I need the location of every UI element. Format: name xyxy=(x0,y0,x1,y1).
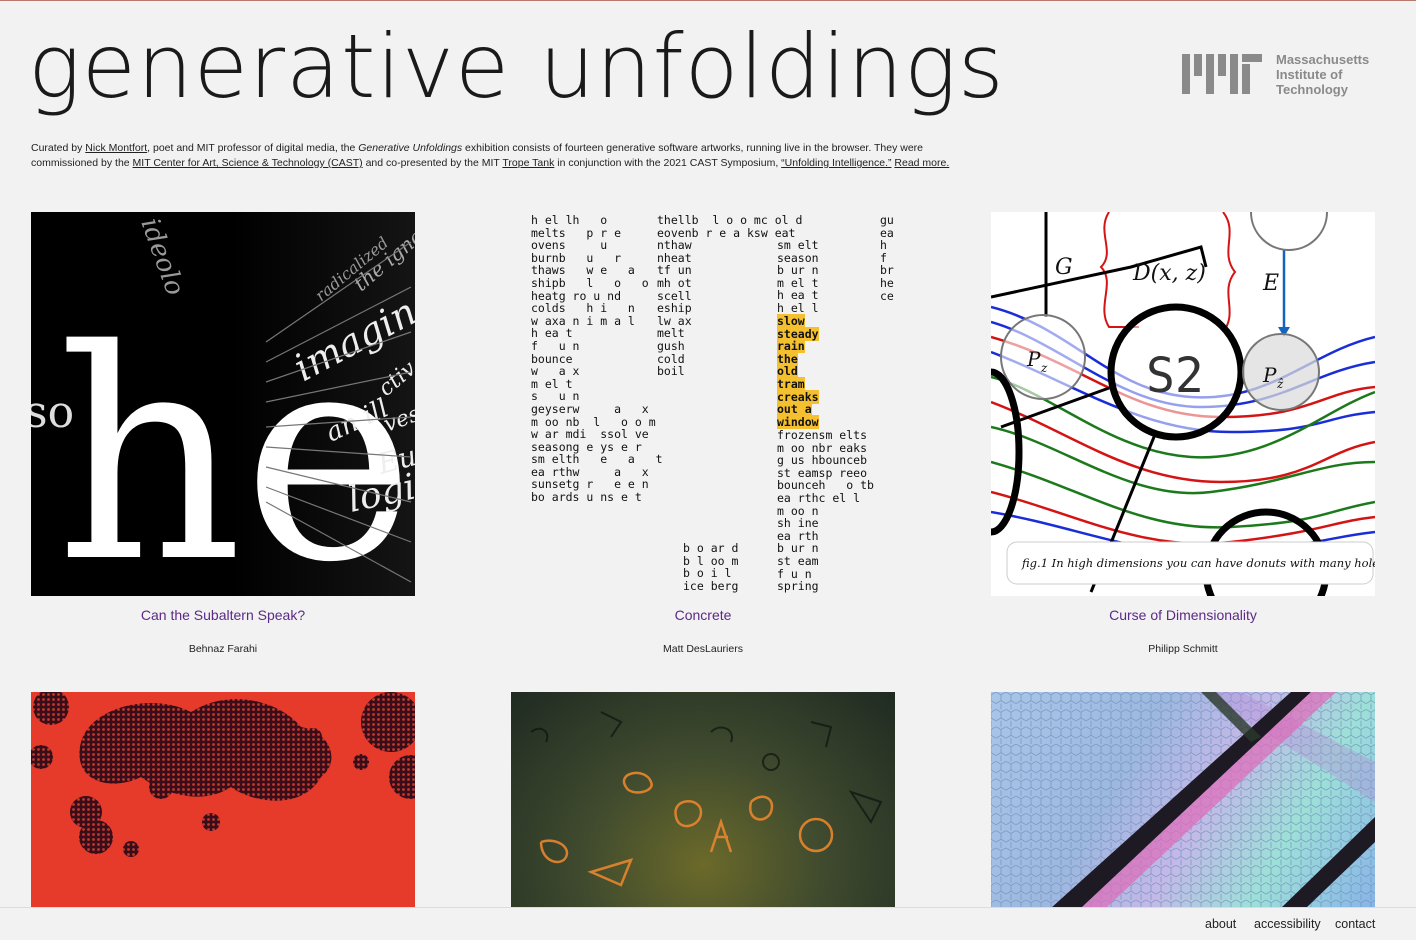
poem-line: spring xyxy=(777,579,819,594)
thumb3-label-d: D(x, z) xyxy=(1132,261,1206,286)
work-author: Behnaz Farahi xyxy=(188,643,258,655)
poem-line: b ur n xyxy=(777,263,819,278)
poem-line: rain xyxy=(777,339,805,354)
thumb2-left-column: h el lh o melts p r e ovens u burnb u r thaw… xyxy=(531,214,663,504)
symposium-link[interactable]: “Unfolding Intelligence.” xyxy=(781,157,891,169)
poem-line: st eam xyxy=(777,553,819,568)
footer-contact-link[interactable]: contact xyxy=(1335,917,1375,931)
poem-line: h xyxy=(880,238,887,253)
work-thumbnail-curse[interactable]: G D(x, z) E P z P ẑ S2 fig.1 In high dim… xyxy=(991,212,1375,596)
trope-tank-link[interactable]: Trope Tank xyxy=(502,157,554,169)
thumb1-side-letters: so xyxy=(31,387,74,438)
curator-link[interactable]: Nick Montfort xyxy=(85,142,147,154)
work-thumbnail-6[interactable] xyxy=(991,692,1375,908)
thumb2-lower-right-column: frozensm elts m oo nbr eaks g us hbounceb s… xyxy=(777,429,874,593)
poem-line: b o ar d xyxy=(683,541,739,555)
poem-line: g us hbounceb xyxy=(777,453,868,468)
poem-line: w a x xyxy=(531,364,580,379)
poem-line: ice berg xyxy=(683,578,739,593)
mit-logo-text: Massachusetts Institute of Technology xyxy=(1276,51,1370,97)
thumb3-label-phat-sub: ẑ xyxy=(1276,377,1284,391)
thumb3-label-e: E xyxy=(1262,271,1279,296)
thumb2-right-column: sm elt season b ur nm el th ea th el l xyxy=(777,239,819,315)
poem-line: geyserw a x xyxy=(531,401,649,416)
work-tile-curse: G D(x, z) E P z P ẑ S2 fig.1 In high dim… xyxy=(991,212,1375,655)
poem-line: window xyxy=(777,414,819,429)
intro-paragraph: Curated by Nick Montfort, poet and MIT p… xyxy=(31,142,950,169)
site-title[interactable]: generative unfoldings xyxy=(28,18,1005,116)
work-author: Philipp Schmitt xyxy=(1148,643,1218,655)
poem-line: shipb l o o xyxy=(531,275,649,290)
thumb1-word: ideolo xyxy=(134,214,190,299)
poem-line: gu xyxy=(880,213,894,227)
poem-line: b o i l xyxy=(683,566,732,581)
poem-line: f u n xyxy=(531,338,580,353)
work-thumbnail-5[interactable] xyxy=(511,692,895,908)
work-tile-4 xyxy=(31,692,415,908)
footer-about-link[interactable]: about xyxy=(1205,917,1236,931)
work-tile-6 xyxy=(991,692,1375,908)
work-thumbnail-subaltern[interactable]: he so imaginerary ideolo the ignora vest… xyxy=(31,212,415,596)
work-title-link[interactable]: Curse of Dimensionality xyxy=(991,607,1375,623)
poem-line: ce xyxy=(880,288,894,303)
thumb3-label-s2: S2 xyxy=(1146,348,1204,404)
poem-line: sm elth e a t xyxy=(531,452,663,467)
poem-line: sm elt xyxy=(777,238,819,252)
work-thumbnail-concrete[interactable]: h el lh o melts p r e ovens u burnb u r thaw… xyxy=(511,212,895,596)
poem-line: h el lh o xyxy=(531,213,608,227)
poem-line: frozensm elts xyxy=(777,428,868,442)
poem-line: w ar mdi ssol ve xyxy=(531,427,649,442)
footer: about accessibility contact xyxy=(0,907,1416,940)
thumb3-label-pz-sub: z xyxy=(1040,361,1048,375)
poem-line: he xyxy=(880,275,894,290)
poem-line: ovens u xyxy=(531,238,608,253)
thumb3-label-pz: P xyxy=(1026,347,1041,371)
thumb2-highlight-column: slow steady rain the old tram creaks out a windo… xyxy=(777,314,819,429)
mit-logo[interactable]: Massachusetts Institute of Technology xyxy=(1182,51,1382,97)
poem-line: colds h i n xyxy=(531,301,635,316)
poem-line: thellb l o o mc ol d xyxy=(657,213,803,227)
footer-accessibility-link[interactable]: accessibility xyxy=(1254,917,1321,931)
thumb2-bottom-column: b o ar db l oo mb o i l ice berg xyxy=(683,542,738,592)
poem-line: out a xyxy=(777,402,812,417)
poem-line: slow xyxy=(777,314,805,328)
read-more-link[interactable]: Read more. xyxy=(894,157,949,169)
work-title-link[interactable]: Concrete xyxy=(511,607,895,623)
poem-line: ea rthc el l xyxy=(777,490,861,505)
thumb3-label-g: G xyxy=(1055,255,1073,280)
thumb2-far-right-column: gu ea h f br he ce xyxy=(880,214,894,302)
exhibition-name: Generative Unfoldings xyxy=(358,142,463,154)
work-thumbnail-4[interactable] xyxy=(31,692,415,908)
poem-line: tram xyxy=(777,376,805,391)
poem-line: bo ards u ns e t xyxy=(531,490,642,505)
work-tile-concrete: h el lh o melts p r e ovens u burnb u r thaw… xyxy=(511,212,895,655)
work-title-link[interactable]: Can the Subaltern Speak? xyxy=(31,607,415,623)
poem-line: h el l xyxy=(777,300,819,315)
work-tile-subaltern: he so imaginerary ideolo the ignora vest… xyxy=(31,212,415,655)
thumb3-label-phat: P xyxy=(1262,363,1277,387)
work-author: Matt DesLauriers xyxy=(663,643,743,655)
poem-line: sh ine xyxy=(777,516,819,531)
work-tile-5 xyxy=(511,692,895,908)
mit-logo-mark xyxy=(1182,52,1262,96)
cast-link[interactable]: MIT Center for Art, Science & Technology… xyxy=(133,157,363,169)
thumb3-caption: fig.1 In high dimensions you can have do… xyxy=(1022,556,1375,570)
